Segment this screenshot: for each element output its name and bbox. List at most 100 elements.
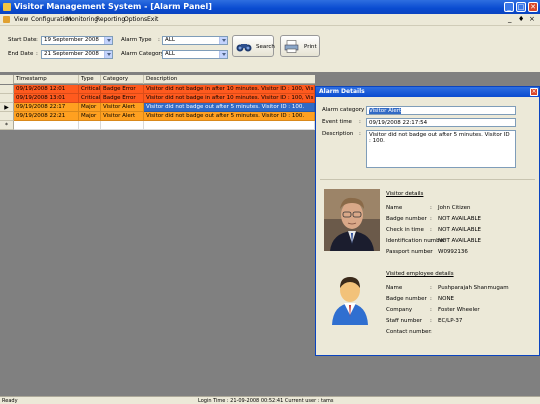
cell-type: Major: [79, 112, 101, 121]
grid-header: Timestamp Type Category Description: [0, 75, 315, 84]
employee-badge-label: Badge number: [386, 296, 427, 302]
alarm-category-label: Alarm category: [322, 107, 365, 113]
colon: :: [430, 227, 432, 233]
cell-category: Badge Error: [101, 85, 144, 94]
employee-staff-label: Staff number: [386, 318, 423, 324]
end-date-picker[interactable]: 21 September 2008: [41, 50, 113, 59]
column-header-type[interactable]: Type: [79, 75, 101, 84]
new-row[interactable]: *: [0, 121, 315, 130]
colon: :: [36, 37, 38, 43]
colon: :: [430, 329, 432, 335]
cell-type: Critical: [79, 85, 101, 94]
cell-description: Visitor did not badge out after 5 minute…: [144, 112, 315, 121]
alarm-type-label: Alarm Type: [121, 37, 152, 43]
search-button-label: Search: [256, 44, 275, 50]
end-date-value: 21 September 2008: [44, 51, 99, 57]
colon: :: [430, 238, 432, 244]
visitor-details-title: Visitor details: [386, 191, 424, 197]
alarm-type-value: ALL: [165, 37, 175, 43]
visitor-id-label: Identification number: [386, 238, 446, 244]
chevron-down-icon[interactable]: [104, 51, 112, 58]
cell-category: Visitor Alert: [101, 103, 144, 112]
table-row[interactable]: 09/19/2008 22:21 Major Visitor Alert Vis…: [0, 112, 315, 121]
login-info: Login Time : 21-09-2008 00:52:41 Current…: [198, 398, 334, 404]
close-button[interactable]: ✕: [528, 2, 538, 12]
alarm-details-title: Alarm Details: [316, 87, 539, 97]
person-photo-icon: [324, 189, 380, 251]
visitor-checkin-value: NOT AVAILABLE: [438, 227, 482, 233]
table-row[interactable]: 09/19/2008 12:01 Critical Badge Error Vi…: [0, 85, 315, 94]
cell-description: Visitor did not badge in after 10 minute…: [144, 85, 315, 94]
employee-avatar-icon: [332, 277, 368, 325]
table-row[interactable]: 09/19/2008 13:01 Critical Badge Error Vi…: [0, 94, 315, 103]
menu-exit[interactable]: Exit: [147, 16, 158, 23]
column-header-timestamp[interactable]: Timestamp: [14, 75, 79, 84]
row-header[interactable]: [0, 94, 14, 103]
event-time-field[interactable]: 09/19/2008 22:17:54: [366, 118, 516, 127]
colon: :: [430, 216, 432, 222]
description-field[interactable]: Visitor did not badge out after 5 minute…: [366, 130, 516, 168]
minimize-button[interactable]: _: [504, 2, 514, 12]
event-time-label: Event time: [322, 119, 352, 125]
cell-timestamp[interactable]: [14, 121, 79, 130]
new-row-marker[interactable]: *: [0, 121, 14, 130]
visitor-passport-label: Passport number: [386, 249, 433, 255]
end-date-label: End Date: [8, 51, 34, 57]
row-header[interactable]: [0, 112, 14, 121]
cell-type[interactable]: [79, 121, 101, 130]
menu-bar: View Configuration Monitoring Reporting …: [0, 14, 540, 26]
mdi-child-icon[interactable]: [3, 16, 10, 23]
alarm-details-close-button[interactable]: ×: [530, 88, 538, 96]
chevron-down-icon[interactable]: [104, 37, 112, 44]
cell-description: Visitor did not badge out after 5 minute…: [144, 103, 315, 112]
divider: [320, 179, 535, 180]
colon: :: [359, 107, 361, 113]
alarm-category-field[interactable]: Visitor Alert: [366, 106, 516, 115]
row-header[interactable]: [0, 85, 14, 94]
colon: :: [430, 205, 432, 211]
start-date-picker[interactable]: 19 September 2008: [41, 36, 113, 45]
column-header-category[interactable]: Category: [101, 75, 144, 84]
alarm-type-select[interactable]: ALL: [162, 36, 228, 45]
visitor-name-label: Name: [386, 205, 403, 211]
alarm-category-value: Visitor Alert: [369, 108, 402, 114]
search-button[interactable]: Search: [232, 35, 275, 57]
description-label: Description: [322, 131, 354, 137]
visitor-badge-label: Badge number: [386, 216, 427, 222]
table-row-selected[interactable]: ▶ 09/19/2008 22:17 Major Visitor Alert V…: [0, 103, 315, 112]
cell-description: Visitor did not badge in after 10 minute…: [144, 94, 315, 103]
app-icon[interactable]: [3, 3, 11, 11]
menu-reporting[interactable]: Reporting: [96, 16, 125, 23]
print-button[interactable]: Print: [280, 35, 320, 57]
colon: :: [430, 249, 432, 255]
maximize-button[interactable]: □: [516, 2, 526, 12]
colon: :: [359, 119, 361, 125]
colon: :: [158, 51, 160, 57]
chevron-down-icon[interactable]: [219, 37, 227, 44]
mdi-minimize-button[interactable]: _: [508, 15, 512, 23]
cell-timestamp: 09/19/2008 22:21: [14, 112, 79, 121]
start-date-label: Start Date: [8, 37, 37, 43]
employee-details-title: Visited employee details: [386, 271, 454, 277]
menu-monitoring[interactable]: Monitoring: [66, 16, 98, 23]
binoculars-icon: [236, 44, 252, 52]
filter-panel: Start Date : 19 September 2008 End Date …: [0, 26, 540, 72]
row-header[interactable]: ▶: [0, 103, 14, 112]
column-header-description[interactable]: Description: [144, 75, 315, 84]
alarm-category-select[interactable]: ALL: [162, 50, 228, 59]
menu-options[interactable]: Options: [124, 16, 147, 23]
visitor-badge-value: NOT AVAILABLE: [438, 216, 482, 222]
visitor-passport-value: W0992136: [438, 249, 468, 255]
mdi-close-button[interactable]: ×: [529, 15, 535, 23]
cell-type: Major: [79, 103, 101, 112]
cell-category[interactable]: [101, 121, 144, 130]
chevron-down-icon[interactable]: [219, 51, 227, 58]
start-date-value: 19 September 2008: [44, 37, 99, 43]
menu-view[interactable]: View: [14, 16, 28, 23]
mdi-restore-button[interactable]: ♦: [518, 15, 524, 23]
cell-description[interactable]: [144, 121, 315, 130]
status-text: Ready: [2, 398, 18, 404]
colon: :: [430, 296, 432, 302]
colon: :: [158, 37, 160, 43]
alarm-details-window: Alarm Details × Alarm category : Visitor…: [315, 86, 540, 356]
